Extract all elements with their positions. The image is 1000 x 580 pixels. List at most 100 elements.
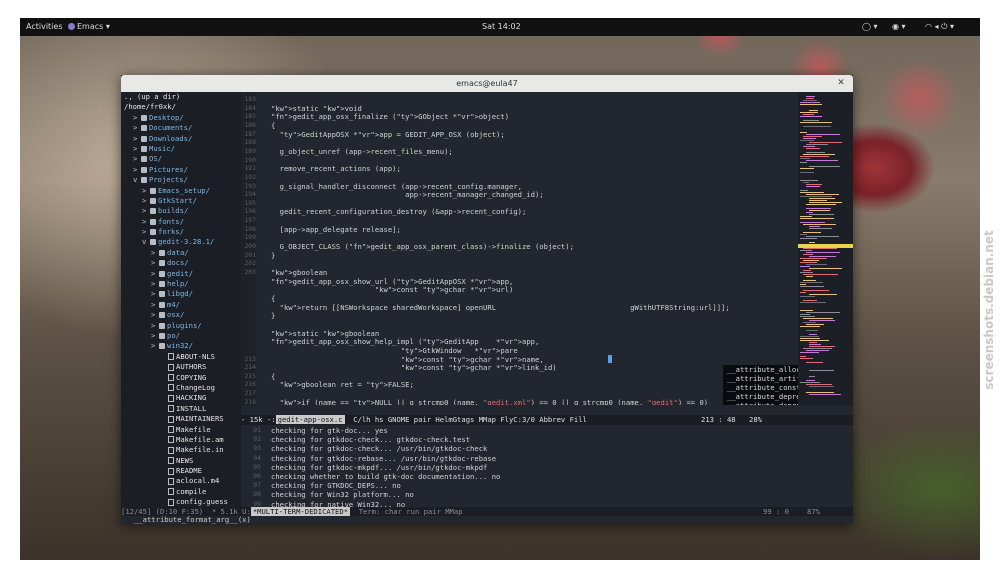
folder-icon: [141, 166, 147, 173]
minimap-line: [803, 154, 835, 155]
dired-dir-entry[interactable]: > po/: [121, 331, 241, 341]
dired-entry-name: README: [176, 466, 202, 476]
minimap-line: [809, 294, 837, 295]
dired-dir-entry[interactable]: > plugins/: [121, 321, 241, 331]
minimap-line: [803, 100, 817, 101]
dired-file-entry[interactable]: NEWS: [121, 456, 241, 466]
system-status-menu[interactable]: ◠ ◂ ⏻ ▾: [925, 21, 954, 33]
minimap-line: [809, 346, 835, 347]
file-icon: [168, 415, 174, 423]
dired-file-entry[interactable]: aclocal.m4: [121, 476, 241, 486]
dired-dir-entry[interactable]: > Documents/: [121, 123, 241, 133]
dired-file-entry[interactable]: AUTHORS: [121, 362, 241, 372]
dired-dir-entry[interactable]: > win32/: [121, 341, 241, 351]
modeline-buffer-name[interactable]: gedit-app-osx.c: [275, 415, 345, 424]
dired-dir-entry[interactable]: > Downloads/: [121, 134, 241, 144]
completion-popup[interactable]: __attribute_alloc_size__(params)__attrib…: [723, 365, 798, 405]
dired-dir-entry[interactable]: > forks/: [121, 227, 241, 237]
line-number: 189: [244, 146, 256, 155]
minimap-line: [800, 234, 807, 235]
minimap-viewport[interactable]: [798, 244, 853, 248]
minimap-line: [809, 334, 817, 335]
dired-dir-entry[interactable]: > m4/: [121, 300, 241, 310]
minimap-line: [809, 228, 832, 229]
dired-file-entry[interactable]: Makefile: [121, 425, 241, 435]
neotree-sidebar[interactable]: ., (up a dir) /home/fr0xk/ > Desktop/ > Doc…: [121, 92, 241, 516]
chevron-right-icon: >: [151, 268, 156, 278]
completion-item[interactable]: __attribute_artificial__: [723, 374, 798, 383]
dired-entry-name: aclocal.m4: [176, 476, 220, 486]
terminal-pane[interactable]: 91 checking for gtk-doc... yes 92 checking …: [241, 425, 853, 507]
dired-dir-entry[interactable]: > GtkStart/: [121, 196, 241, 206]
dired-dir-entry[interactable]: > Emacs_setup/: [121, 186, 241, 196]
minimap-line: [800, 352, 819, 353]
line-number: 217: [244, 389, 256, 398]
dired-file-entry[interactable]: README: [121, 466, 241, 476]
dired-dir-entry[interactable]: > Pictures/: [121, 165, 241, 175]
minimap-line: [809, 142, 842, 143]
dired-dir-entry[interactable]: > osx/: [121, 310, 241, 320]
minimap-line: [800, 310, 813, 311]
minimap-line: [806, 184, 822, 185]
completion-item[interactable]: __attribute_alloc_size__(params): [723, 365, 798, 374]
code-line: "kw">const "ty">gchar *"vr">url): [374, 285, 514, 295]
dired-dir-entry[interactable]: > docs/: [121, 258, 241, 268]
clock[interactable]: Sat 14:02: [482, 21, 521, 33]
dired-file-entry[interactable]: Makefile.am: [121, 435, 241, 445]
dired-entry-name: COPYING: [176, 372, 207, 382]
line-number: 218: [244, 397, 256, 405]
dired-dir-entry[interactable]: > Music/: [121, 144, 241, 154]
minimap[interactable]: [798, 92, 853, 405]
line-number: 191: [244, 164, 256, 173]
terminal-line: checking for gtkdoc-check... /usr/bin/gt…: [271, 444, 488, 454]
dired-dir-entry[interactable]: > fonts/: [121, 217, 241, 227]
completion-item[interactable]: __attribute_deprecated_msg__(msg): [723, 401, 798, 405]
folder-icon: [150, 187, 156, 194]
dired-file-entry[interactable]: MAINTAINERS: [121, 414, 241, 424]
dired-file-entry[interactable]: COPYING: [121, 373, 241, 383]
minimap-line: [806, 160, 838, 161]
code-editor[interactable]: 183 184 185 186 187 188 189 190 191 192 193 194 195 1…: [241, 92, 798, 405]
dired-entry-name: ABOUT-NLS: [176, 351, 215, 361]
dired-dir-entry[interactable]: > Desktop/: [121, 113, 241, 123]
dired-file-entry[interactable]: ABOUT-NLS: [121, 352, 241, 362]
activities-button[interactable]: Activities: [26, 21, 63, 33]
chevron-right-icon: >: [151, 341, 156, 351]
modeline2-buffer-name[interactable]: *MULTI-TERM-DEDICATED*: [250, 507, 351, 516]
window-title: emacs@eula47: [456, 79, 518, 88]
minimap-line: [800, 356, 806, 357]
minimap-line: [803, 182, 809, 183]
dired-file-entry[interactable]: Makefile.in: [121, 445, 241, 455]
chevron-right-icon: >: [151, 310, 156, 320]
dired-dir-entry[interactable]: v Projects/: [121, 175, 241, 185]
minimap-line: [809, 242, 815, 243]
accessibility-icon[interactable]: ◉ ▾: [892, 21, 906, 33]
dired-dir-entry[interactable]: > gedit/: [121, 269, 241, 279]
minimap-line: [806, 312, 840, 313]
terminal-line: checking for Win32 platform... no: [271, 490, 414, 500]
dired-entry-name: Makefile.in: [176, 445, 224, 455]
dired-file-entry[interactable]: ChangeLog: [121, 383, 241, 393]
completion-item[interactable]: __attribute_const__: [723, 383, 798, 392]
completion-item[interactable]: __attribute_deprecated__: [723, 392, 798, 401]
dired-file-entry[interactable]: compile: [121, 487, 241, 497]
dired-dir-entry[interactable]: > builds/: [121, 206, 241, 216]
file-icon: [168, 394, 174, 402]
app-menu[interactable]: Emacs ▾: [68, 21, 110, 33]
dired-dir-entry[interactable]: > help/: [121, 279, 241, 289]
emacs-window[interactable]: emacs@eula47 ✕ ., (up a dir) /home/fr0xk…: [121, 75, 853, 524]
close-icon[interactable]: ✕: [835, 75, 847, 92]
dired-file-entry[interactable]: INSTALL: [121, 404, 241, 414]
minimap-line: [803, 120, 819, 121]
line-number: 186: [244, 120, 256, 129]
line-number: 193: [244, 181, 256, 190]
dired-dir-entry[interactable]: v gedit-3.28.1/: [121, 237, 241, 247]
dired-dir-entry[interactable]: > data/: [121, 248, 241, 258]
dired-dir-entry[interactable]: > libgd/: [121, 289, 241, 299]
window-titlebar[interactable]: emacs@eula47 ✕: [121, 75, 853, 92]
chevron-down-icon: v: [142, 237, 147, 247]
dired-up-dir[interactable]: ., (up a dir): [121, 92, 241, 102]
dired-dir-entry[interactable]: > OS/: [121, 154, 241, 164]
status-circle-icon[interactable]: ◯ ▾: [862, 21, 878, 33]
dired-file-entry[interactable]: HACKING: [121, 393, 241, 403]
